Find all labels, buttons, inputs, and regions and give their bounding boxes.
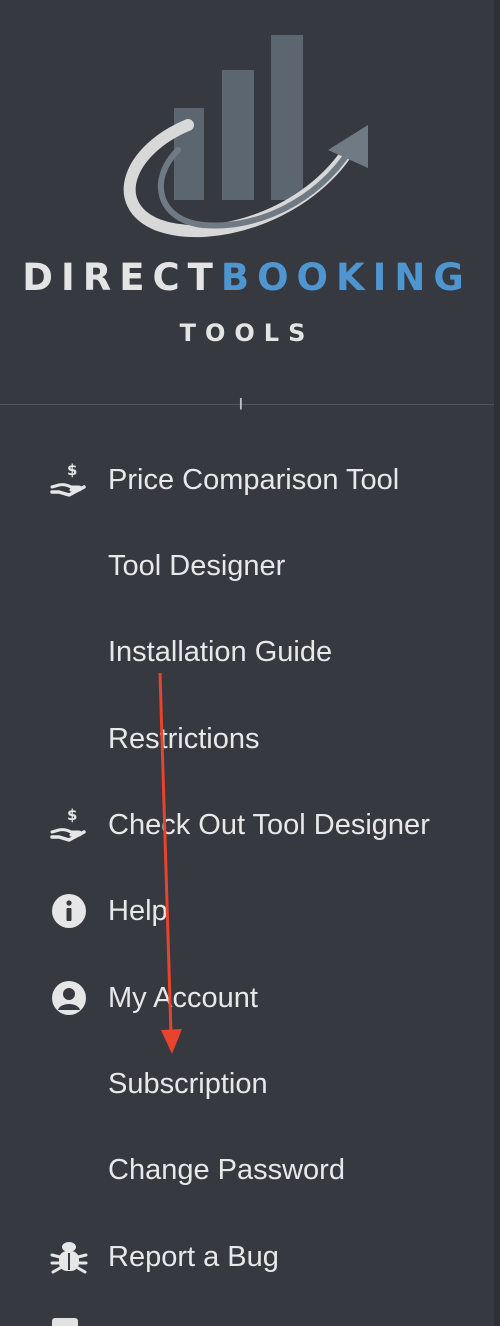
menu-item-price-comparison-tool[interactable]: $ Price Comparison Tool: [0, 452, 494, 508]
menu-item-change-password[interactable]: Change Password: [0, 1142, 494, 1198]
brand-name: DIRECTBOOKING: [0, 256, 494, 300]
bar-chart-logo-icon: [123, 35, 368, 238]
menu-item-label: Price Comparison Tool: [108, 464, 400, 496]
brand-name-part2: BOOKING: [220, 256, 472, 299]
scrolled-item-peek: |: [238, 398, 258, 410]
menu-item-label: Installation Guide: [108, 636, 333, 668]
menu-item-label: My Account: [108, 982, 258, 1014]
sidebar: DIRECTBOOKING TOOLS | $ Price Comparison…: [0, 0, 500, 1326]
menu-item-help[interactable]: Help: [0, 883, 494, 939]
brand-name-part1: DIRECT: [22, 256, 221, 299]
svg-text:$: $: [67, 461, 77, 479]
hand-dollar-icon: $: [47, 803, 91, 847]
menu-item-check-out-tool-designer[interactable]: $ Check Out Tool Designer: [0, 797, 494, 853]
user-circle-icon: [47, 976, 91, 1020]
menu-item-restrictions[interactable]: Restrictions: [0, 711, 494, 767]
menu-item-installation-guide[interactable]: Installation Guide: [0, 624, 494, 680]
svg-text:$: $: [67, 806, 77, 824]
hand-dollar-icon: $: [47, 458, 91, 502]
menu-item-label: Check Out Tool Designer: [108, 809, 430, 841]
menu-item-label: Subscription: [108, 1068, 268, 1100]
menu-item-label: Report a Bug: [108, 1241, 279, 1273]
info-circle-icon: [47, 889, 91, 933]
menu-item-report-a-bug[interactable]: Report a Bug: [0, 1229, 494, 1285]
menu-item-label: Restrictions: [108, 723, 260, 755]
brand-logo[interactable]: DIRECTBOOKING TOOLS: [0, 0, 494, 405]
brand-tagline: TOOLS: [179, 319, 315, 347]
menu-item-my-account[interactable]: My Account: [0, 970, 494, 1026]
menu-item-tool-designer[interactable]: Tool Designer: [0, 538, 494, 594]
sidebar-right-edge: [494, 0, 500, 1326]
next-menu-icon-peek: [52, 1318, 78, 1326]
menu-item-label: Help: [108, 895, 168, 927]
bug-icon: [47, 1235, 91, 1279]
menu-item-label: Tool Designer: [108, 550, 286, 582]
menu-item-subscription[interactable]: Subscription: [0, 1056, 494, 1112]
menu-item-label: Change Password: [108, 1154, 345, 1186]
